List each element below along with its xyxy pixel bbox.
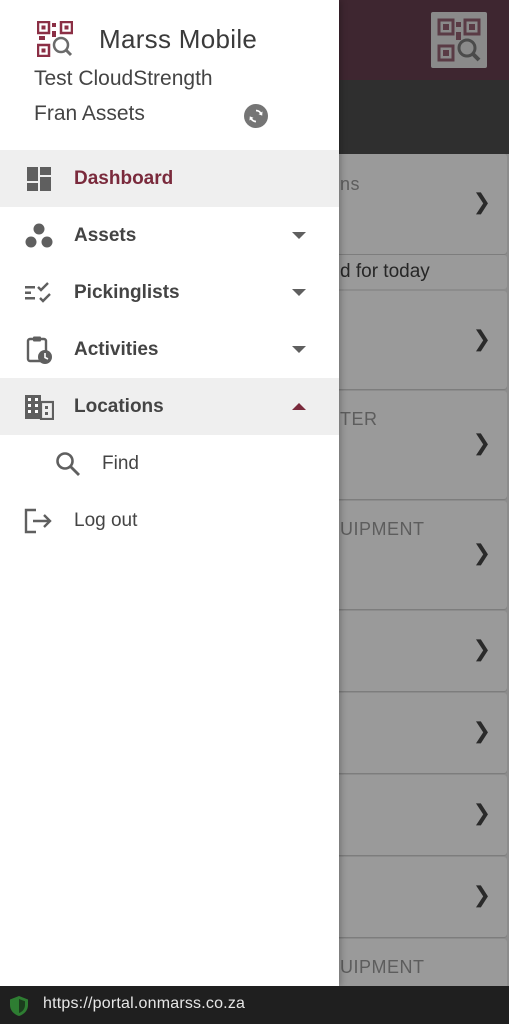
- menu-subitem-find[interactable]: Find: [0, 435, 339, 492]
- caret-down-icon: [292, 343, 306, 357]
- app-title: Marss Mobile: [99, 24, 258, 54]
- menu-item-label: Pickinglists: [74, 281, 180, 303]
- menu-item-label: Dashboard: [74, 167, 174, 189]
- background-card-text: UIPMENT: [340, 957, 425, 977]
- menu-item-label: Locations: [74, 395, 164, 417]
- chevron-right-icon: ❯: [472, 431, 491, 456]
- menu-item-label: Find: [102, 452, 139, 474]
- chevron-right-icon: ❯: [472, 719, 491, 744]
- drawer-menu: Dashboard Assets Pickinglists Activities…: [0, 150, 339, 549]
- caret-down-icon: [292, 229, 306, 243]
- caret-down-icon: [292, 286, 306, 300]
- sync-button[interactable]: [244, 104, 268, 128]
- url-text: https://portal.onmarss.co.za: [43, 995, 246, 1012]
- menu-item-label: Assets: [74, 224, 137, 246]
- menu-item-logout[interactable]: Log out: [0, 492, 339, 549]
- background-strip-text: d for today: [340, 261, 430, 282]
- sync-icon: [249, 109, 263, 123]
- clipboard-clock-icon: [24, 335, 54, 365]
- security-shield-icon: [10, 996, 28, 1016]
- drawer-header: Marss Mobile Test CloudStrength Fran Ass…: [0, 0, 339, 150]
- dashboard-icon: [24, 164, 54, 194]
- chevron-right-icon: ❯: [472, 327, 491, 352]
- browser-url-bar[interactable]: https://portal.onmarss.co.za: [0, 986, 509, 1024]
- account-name: Test CloudStrength: [34, 67, 213, 90]
- assets-icon: [24, 221, 54, 251]
- qr-search-logo-icon: [431, 12, 487, 68]
- background-card-text: ns: [340, 174, 361, 194]
- chevron-right-icon: ❯: [472, 637, 491, 662]
- menu-item-assets[interactable]: Assets: [0, 207, 339, 264]
- background-card-text: TER: [340, 409, 378, 429]
- menu-item-activities[interactable]: Activities: [0, 321, 339, 378]
- chevron-right-icon: ❯: [472, 190, 491, 215]
- menu-item-dashboard[interactable]: Dashboard: [0, 150, 339, 207]
- navigation-drawer: Marss Mobile Test CloudStrength Fran Ass…: [0, 0, 339, 986]
- chevron-right-icon: ❯: [472, 801, 491, 826]
- menu-item-pickinglists[interactable]: Pickinglists: [0, 264, 339, 321]
- checklist-icon: [24, 278, 54, 308]
- qr-search-logo-icon: [37, 21, 73, 57]
- chevron-right-icon: ❯: [472, 541, 491, 566]
- logout-icon: [24, 506, 54, 536]
- menu-item-locations[interactable]: Locations: [0, 378, 339, 435]
- menu-item-label: Log out: [74, 509, 138, 531]
- search-icon: [53, 449, 83, 479]
- account-subtitle: Fran Assets: [34, 102, 145, 125]
- building-icon: [24, 392, 54, 422]
- menu-item-label: Activities: [74, 338, 159, 360]
- background-card-text: UIPMENT: [340, 519, 425, 539]
- caret-up-icon: [292, 400, 306, 414]
- chevron-right-icon: ❯: [472, 883, 491, 908]
